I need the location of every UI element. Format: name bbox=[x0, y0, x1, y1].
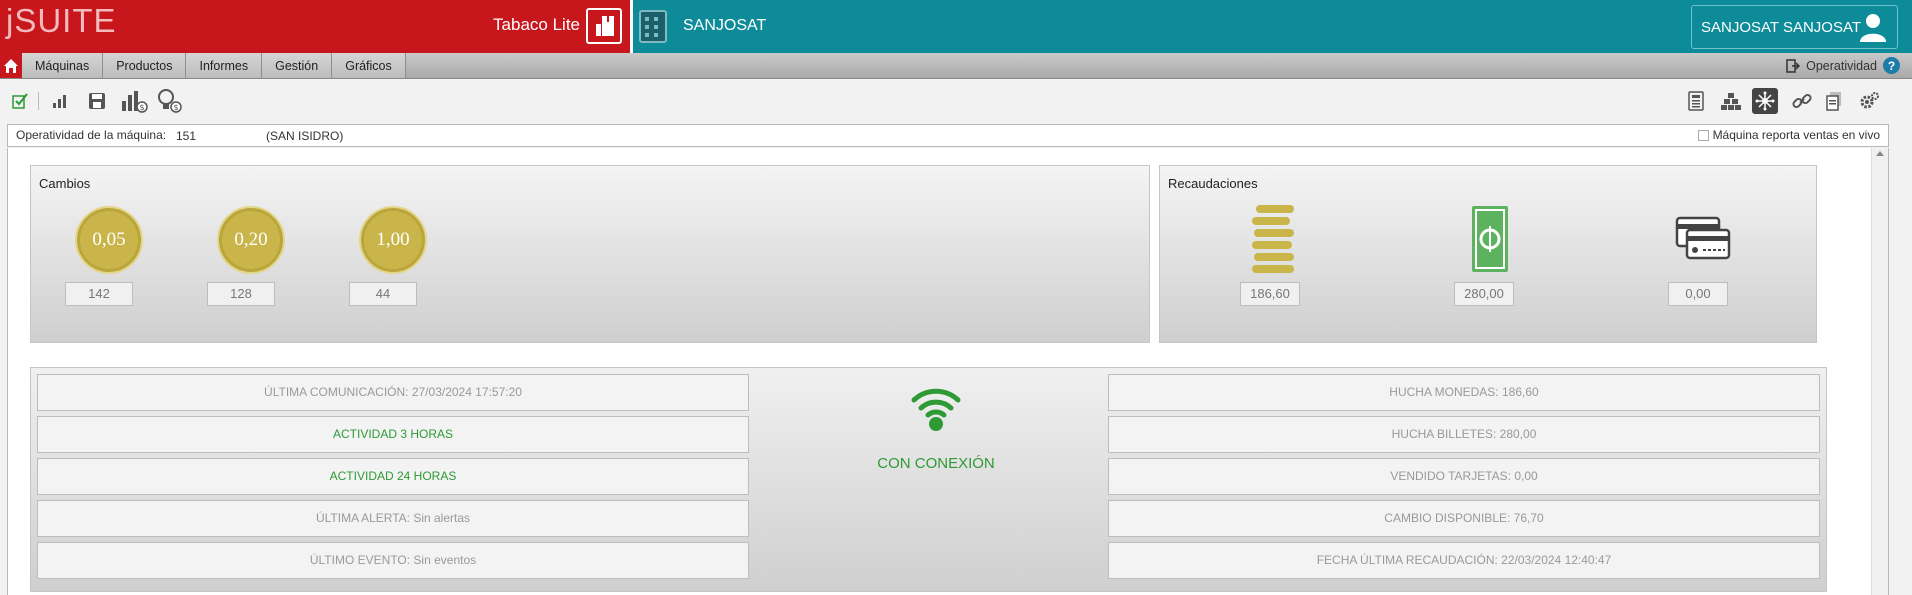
validate-button[interactable] bbox=[8, 89, 32, 113]
ideas-button[interactable]: $ bbox=[155, 89, 183, 113]
svg-text:$: $ bbox=[139, 103, 144, 112]
available-change: CAMBIO DISPONIBLE: 76,70 bbox=[1108, 500, 1820, 537]
last-communication: ÚLTIMA COMUNICACIÓN: 27/03/2024 17:57:20 bbox=[37, 374, 749, 411]
menu-graficos[interactable]: Gráficos bbox=[332, 53, 406, 78]
live-sales-toggle[interactable]: Máquina reporta ventas en vivo bbox=[1697, 128, 1880, 142]
coin-stack-icon bbox=[1252, 205, 1294, 273]
sales-stats-button[interactable]: $ bbox=[120, 89, 148, 113]
wifi-icon bbox=[911, 388, 961, 431]
settings-button[interactable] bbox=[1857, 89, 1881, 113]
cambios-title: Cambios bbox=[39, 176, 91, 191]
machine-operativity-bar: Operatividad de la máquina: 151 (SAN ISI… bbox=[7, 124, 1889, 147]
user-menu-button[interactable]: SANJOSAT SANJOSAT bbox=[1691, 5, 1898, 49]
coin-100: 1,00 bbox=[359, 206, 427, 274]
home-button[interactable] bbox=[0, 53, 22, 78]
main-menu-bar: Máquinas Productos Informes Gestión Gráf… bbox=[0, 53, 1912, 79]
activity-24h: ACTIVIDAD 24 HORAS bbox=[37, 458, 749, 495]
top-header: jSUITE Tabaco Lite SANJOSAT SANJOSAT SAN… bbox=[0, 0, 1912, 53]
calculator-icon bbox=[1688, 91, 1704, 111]
credit-cards-icon bbox=[1675, 216, 1731, 260]
lightbulb-money-icon: $ bbox=[158, 89, 182, 113]
connection-status: CON CONEXIÓN bbox=[877, 455, 995, 472]
operatividad-label: Operatividad bbox=[1806, 58, 1877, 73]
main-content: Cambios 0,05 142 0,20 128 1,00 44 Recaud… bbox=[7, 148, 1889, 595]
network-hub-icon bbox=[1755, 91, 1775, 111]
product-name[interactable]: Tabaco Lite bbox=[493, 15, 580, 35]
app-logo: jSUITE bbox=[6, 2, 117, 39]
user-name: SANJOSAT SANJOSAT bbox=[1701, 19, 1862, 36]
last-collection-date: FECHA ÚLTIMA RECAUDACIÓN: 22/03/2024 12:… bbox=[1108, 542, 1820, 579]
banknote-value: 280,00 bbox=[1454, 282, 1514, 306]
recaudaciones-panel: Recaudaciones 186,60 280,00 0,00 bbox=[1159, 165, 1817, 343]
scroll-up-arrow[interactable] bbox=[1876, 151, 1884, 156]
operatividad-link[interactable]: Operatividad ? bbox=[1786, 53, 1912, 78]
save-icon bbox=[89, 93, 105, 109]
help-icon[interactable]: ? bbox=[1883, 57, 1900, 74]
coin-100-count: 44 bbox=[349, 282, 417, 306]
bar-chart-icon bbox=[53, 95, 66, 108]
save-button[interactable] bbox=[85, 89, 109, 113]
checklist-icon bbox=[12, 93, 28, 109]
banknote-icon bbox=[1472, 206, 1508, 272]
vertical-scrollbar[interactable] bbox=[1871, 148, 1888, 595]
coin-020-count: 128 bbox=[207, 282, 275, 306]
calculator-button[interactable] bbox=[1684, 89, 1708, 113]
coin-stack-value: 186,60 bbox=[1240, 282, 1300, 306]
operativity-label: Operatividad de la máquina: bbox=[16, 128, 167, 142]
cambios-panel: Cambios 0,05 142 0,20 128 1,00 44 bbox=[30, 165, 1150, 343]
last-event: ÚLTIMO EVENTO: Sin eventos bbox=[37, 542, 749, 579]
menu-informes[interactable]: Informes bbox=[186, 53, 263, 78]
menu-gestion[interactable]: Gestión bbox=[262, 53, 333, 78]
cards-sold-total: VENDIDO TARJETAS: 0,00 bbox=[1108, 458, 1820, 495]
exit-icon bbox=[1786, 58, 1801, 73]
activity-3h: ACTIVIDAD 3 HORAS bbox=[37, 416, 749, 453]
coin-box-total: HUCHA MONEDAS: 186,60 bbox=[1108, 374, 1820, 411]
tobacco-product-icon[interactable] bbox=[586, 8, 622, 44]
cards-value: 0,00 bbox=[1668, 282, 1728, 306]
building-icon[interactable] bbox=[639, 10, 667, 43]
home-icon bbox=[4, 58, 18, 73]
status-panel: ÚLTIMA COMUNICACIÓN: 27/03/2024 17:57:20… bbox=[30, 367, 1827, 592]
hierarchy-button[interactable] bbox=[1719, 89, 1743, 113]
boxes-stack-icon bbox=[1721, 93, 1741, 110]
menu-productos[interactable]: Productos bbox=[103, 53, 187, 78]
recaudaciones-title: Recaudaciones bbox=[1168, 176, 1258, 191]
network-button[interactable] bbox=[1752, 88, 1778, 114]
stats-button[interactable] bbox=[48, 89, 72, 113]
coin-005: 0,05 bbox=[75, 206, 143, 274]
gears-icon bbox=[1860, 92, 1879, 109]
brand-bar: jSUITE Tabaco Lite bbox=[0, 0, 630, 53]
bill-box-total: HUCHA BILLETES: 280,00 bbox=[1108, 416, 1820, 453]
coin-020: 0,20 bbox=[217, 206, 285, 274]
last-alert: ÚLTIMA ALERTA: Sin alertas bbox=[37, 500, 749, 537]
link-button[interactable] bbox=[1790, 89, 1814, 113]
toolbar-divider bbox=[38, 92, 39, 110]
bar-chart-money-icon: $ bbox=[122, 91, 148, 113]
documents-icon bbox=[1826, 92, 1841, 111]
coin-005-count: 142 bbox=[65, 282, 133, 306]
user-avatar-icon bbox=[1860, 14, 1886, 42]
documents-button[interactable] bbox=[1822, 89, 1846, 113]
svg-text:$: $ bbox=[173, 103, 178, 112]
menu-maquinas[interactable]: Máquinas bbox=[22, 53, 104, 78]
toolbar: $ $ bbox=[0, 80, 1912, 121]
company-name[interactable]: SANJOSAT bbox=[683, 17, 766, 35]
live-sales-label: Máquina reporta ventas en vivo bbox=[1712, 128, 1880, 142]
machine-number: 151 bbox=[176, 129, 197, 143]
machine-location: (SAN ISIDRO) bbox=[266, 129, 344, 143]
live-sales-checkbox[interactable] bbox=[1697, 129, 1709, 141]
company-bar: SANJOSAT SANJOSAT SANJOSAT bbox=[630, 0, 1912, 53]
link-icon bbox=[1792, 93, 1812, 109]
